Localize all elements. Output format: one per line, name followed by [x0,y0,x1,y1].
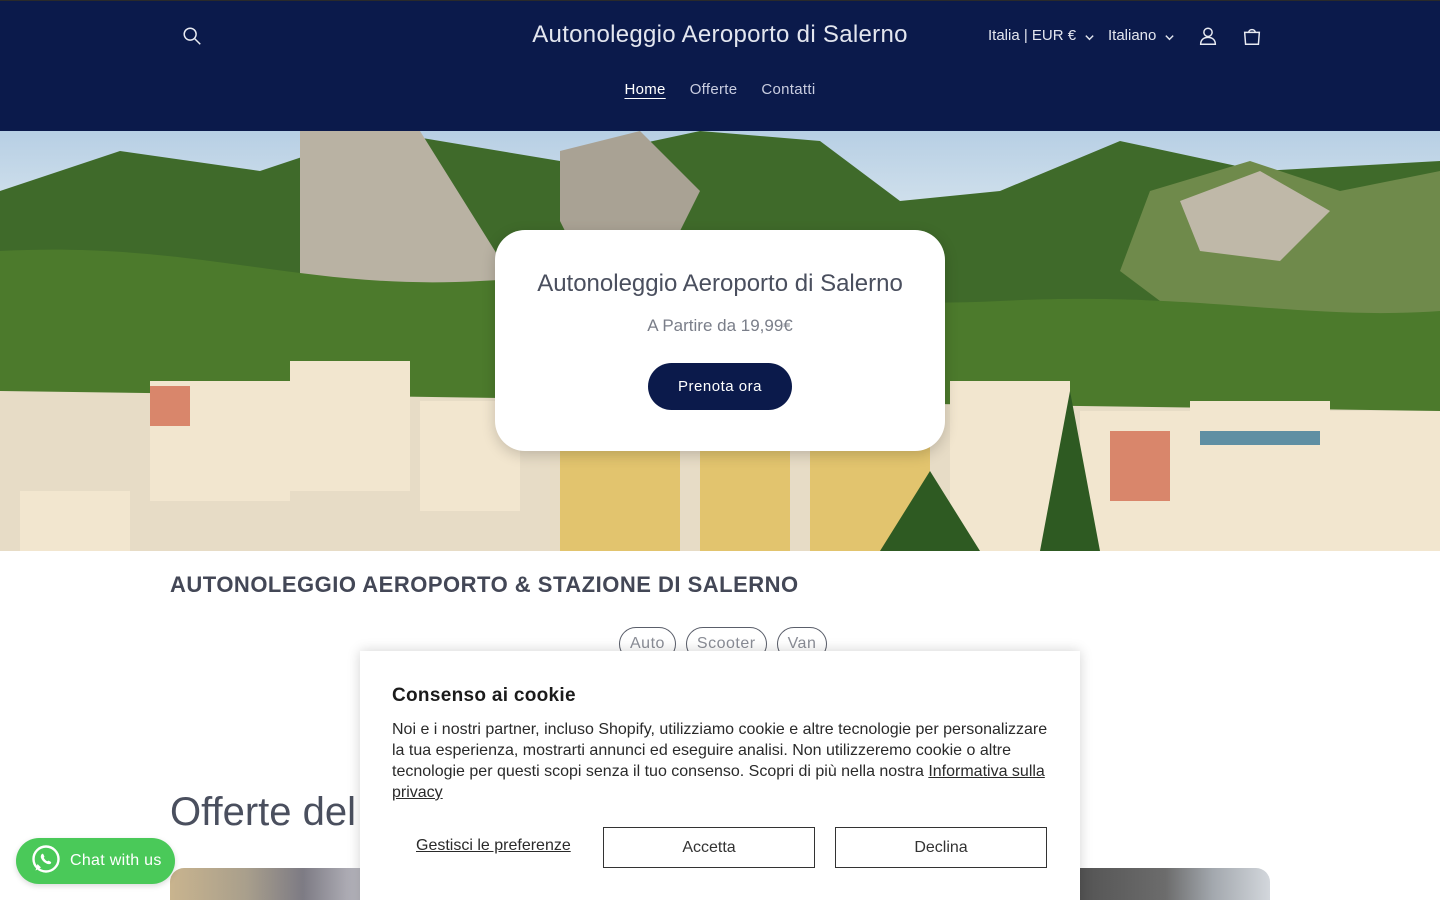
cart-icon[interactable] [1239,23,1265,49]
language-label: Italiano [1108,27,1157,44]
hero-card: Autonoleggio Aeroporto di Salerno A Part… [495,230,945,451]
site-title[interactable]: Autonoleggio Aeroporto di Salerno [420,21,1020,49]
site-header: Autonoleggio Aeroporto di Salerno Italia… [0,0,1440,131]
main-nav: Home Offerte Contatti [0,81,1440,98]
chat-label: Chat with us [70,852,162,869]
whatsapp-icon [30,843,62,880]
nav-offerte[interactable]: Offerte [690,81,738,98]
nav-home[interactable]: Home [624,81,665,98]
decline-button[interactable]: Declina [835,827,1047,868]
offer-image[interactable] [1080,868,1270,900]
search-icon[interactable] [179,23,205,49]
offer-image[interactable] [170,868,360,900]
hero-banner: Autonoleggio Aeroporto di Salerno A Part… [0,131,1440,551]
nav-contatti[interactable]: Contatti [761,81,815,98]
country-currency-label: Italia | EUR € [988,27,1077,44]
chevron-down-icon [1164,30,1175,41]
cookie-text: Noi e i nostri partner, incluso Shopify,… [392,719,1052,803]
chat-widget-button[interactable]: Chat with us [16,838,175,884]
account-icon[interactable] [1195,23,1221,49]
accept-button[interactable]: Accetta [603,827,815,868]
chevron-down-icon [1084,30,1095,41]
manage-preferences-link[interactable]: Gestisci le preferenze [416,837,571,855]
country-currency-selector[interactable]: Italia | EUR € [988,27,1095,44]
offers-title: Offerte del [170,790,357,834]
cookie-title: Consenso ai cookie [392,685,576,706]
language-selector[interactable]: Italiano [1108,27,1175,44]
hero-subtitle: A Partire da 19,99€ [647,316,793,335]
cookie-consent-banner: Consenso ai cookie Noi e i nostri partne… [360,651,1080,900]
book-now-button[interactable]: Prenota ora [648,363,792,410]
hero-title: Autonoleggio Aeroporto di Salerno [537,270,903,297]
section-title: AUTONOLEGGIO AEROPORTO & STAZIONE DI SAL… [170,572,799,597]
